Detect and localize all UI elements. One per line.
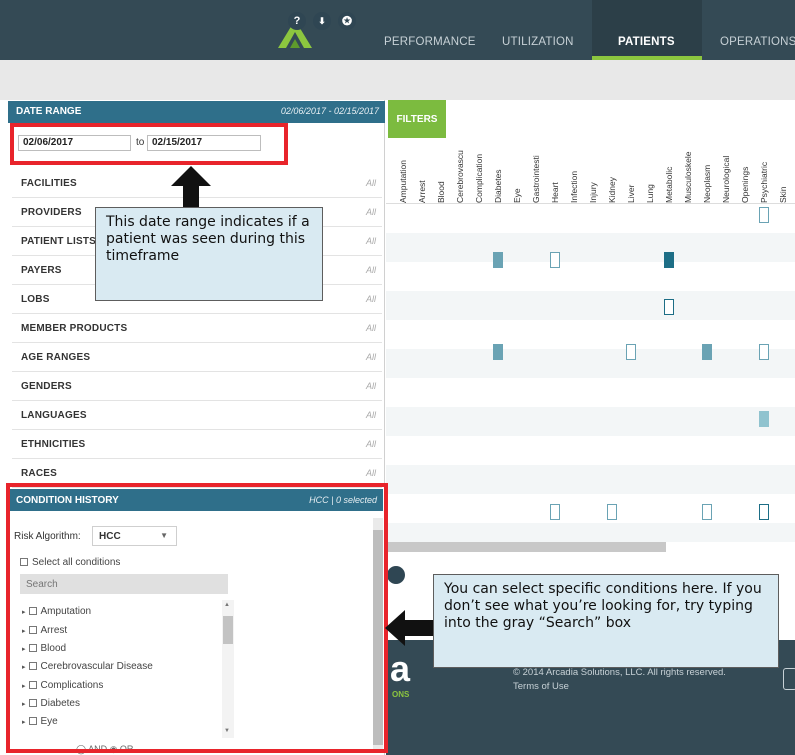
help-icon[interactable]: ? xyxy=(288,12,306,30)
grid-mark[interactable] xyxy=(607,504,617,520)
grid-row xyxy=(386,204,795,233)
column-header[interactable]: Kidney xyxy=(607,177,617,203)
grid-mark[interactable] xyxy=(702,504,712,520)
nav-active-background xyxy=(592,0,702,60)
column-header[interactable]: Injury xyxy=(588,182,598,203)
tab-utilization[interactable]: UTILIZATION xyxy=(502,36,574,48)
column-header[interactable]: Amputation xyxy=(398,160,408,203)
grid-row xyxy=(386,378,795,407)
grid-mark[interactable] xyxy=(664,252,674,268)
column-header[interactable]: Neoplasm xyxy=(702,165,712,203)
conditions-callout: You can select specific conditions here.… xyxy=(433,574,779,668)
grid-row xyxy=(386,494,795,523)
condition-history-highlight xyxy=(6,483,388,753)
grid-row xyxy=(386,407,795,436)
tab-operations[interactable]: OPERATIONS xyxy=(720,36,795,48)
column-header[interactable]: Openings xyxy=(740,167,750,203)
column-header[interactable]: Diabetes xyxy=(493,169,503,203)
grid-row xyxy=(386,349,795,378)
filter-row-ethnicities[interactable]: ETHNICITIES All xyxy=(12,430,382,459)
column-header[interactable]: Infection xyxy=(569,171,579,203)
grid-mark[interactable] xyxy=(493,252,503,268)
grid-horizontal-scrollbar[interactable] xyxy=(386,542,666,552)
filters-tab[interactable]: FILTERS xyxy=(388,100,446,138)
grid-row xyxy=(386,436,795,465)
grid-row xyxy=(386,320,795,349)
date-range-highlight xyxy=(10,123,288,165)
grid-mark[interactable] xyxy=(759,207,769,223)
column-header[interactable]: Arrest xyxy=(417,180,427,203)
tab-patients[interactable]: PATIENTS xyxy=(618,36,675,48)
grid-row xyxy=(386,233,795,262)
column-header[interactable]: Cerebrovascu xyxy=(455,150,465,203)
filter-row-genders[interactable]: GENDERS All xyxy=(12,372,382,401)
date-range-header[interactable]: DATE RANGE 02/06/2017 - 02/15/2017 xyxy=(8,101,385,123)
footer-logo: a xyxy=(390,648,411,689)
download-icon[interactable]: ⬇ xyxy=(313,12,331,30)
footer-copyright[interactable]: © 2014 Arcadia Solutions, LLC. All right… xyxy=(513,666,743,694)
grid-row xyxy=(386,262,795,291)
grid-row xyxy=(386,465,795,494)
footer-button[interactable] xyxy=(783,668,795,690)
grid-mark[interactable] xyxy=(759,504,769,520)
column-header[interactable]: Heart xyxy=(550,182,560,203)
column-header[interactable]: Musculoskele xyxy=(683,152,693,204)
tab-performance[interactable]: PERFORMANCE xyxy=(384,36,476,48)
grid-mark[interactable] xyxy=(759,411,769,427)
chat-icon[interactable] xyxy=(387,566,405,584)
date-range-callout: This date range indicates if a patient w… xyxy=(95,207,323,301)
column-header[interactable]: Skin xyxy=(778,186,788,203)
column-header[interactable]: Lung xyxy=(645,184,655,203)
filter-row-member-products[interactable]: MEMBER PRODUCTS All xyxy=(12,314,382,343)
star-icon[interactable]: ✪ xyxy=(338,12,356,30)
column-header[interactable]: Blood xyxy=(436,181,446,203)
column-header[interactable]: Metabolic xyxy=(664,167,674,203)
footer-logo-sub: ONS xyxy=(392,690,410,699)
grid-mark[interactable] xyxy=(702,344,712,360)
column-header[interactable]: Psychiatric xyxy=(759,162,769,203)
toolbar xyxy=(0,60,795,100)
grid-mark[interactable] xyxy=(664,299,674,315)
filter-row-languages[interactable]: LANGUAGES All xyxy=(12,401,382,430)
grid-row xyxy=(386,291,795,320)
date-range-title: DATE RANGE xyxy=(16,106,82,117)
date-range-summary: 02/06/2017 - 02/15/2017 xyxy=(280,106,379,116)
grid-mark[interactable] xyxy=(550,252,560,268)
arrow-left-icon xyxy=(385,610,433,646)
grid-mark[interactable] xyxy=(759,344,769,360)
column-header[interactable]: Complication xyxy=(474,154,484,203)
filter-row-age-ranges[interactable]: AGE RANGES All xyxy=(12,343,382,372)
column-header[interactable]: Liver xyxy=(626,185,636,203)
grid-mark[interactable] xyxy=(493,344,503,360)
arrow-up-icon xyxy=(171,166,211,210)
column-header[interactable]: Gastrointesti xyxy=(531,155,541,203)
column-header[interactable]: Neurological xyxy=(721,156,731,203)
column-header[interactable]: Eye xyxy=(512,188,522,203)
grid-mark[interactable] xyxy=(550,504,560,520)
grid-mark[interactable] xyxy=(626,344,636,360)
grid-row xyxy=(386,523,795,542)
